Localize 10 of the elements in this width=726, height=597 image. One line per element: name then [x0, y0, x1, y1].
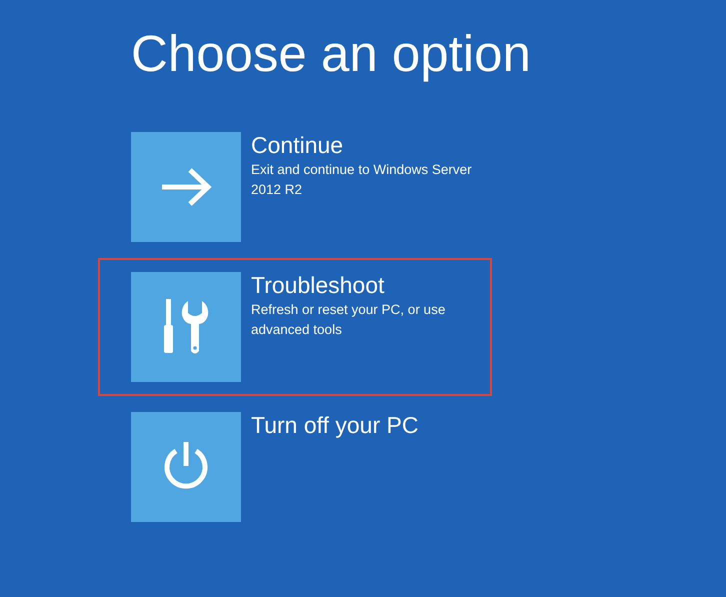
page-title: Choose an option	[131, 24, 532, 84]
option-item[interactable]: Troubleshoot Refresh or reset your PC, or use advanced tools	[131, 272, 726, 382]
option-label: Turn off your PC	[251, 411, 418, 439]
option-label: Continue	[251, 131, 344, 159]
arrow-icon	[160, 167, 212, 207]
option-item[interactable]: Turn off your PC	[131, 412, 726, 522]
option-label: Troubleshoot	[251, 271, 386, 299]
option-description: Refresh or reset your PC, or use advanced tools	[251, 301, 446, 339]
option-description: Exit and continue to Windows Server 2012 R2	[251, 161, 473, 199]
option-item[interactable]: Continue Exit and continue to Windows Server 2012 R2	[131, 132, 726, 242]
